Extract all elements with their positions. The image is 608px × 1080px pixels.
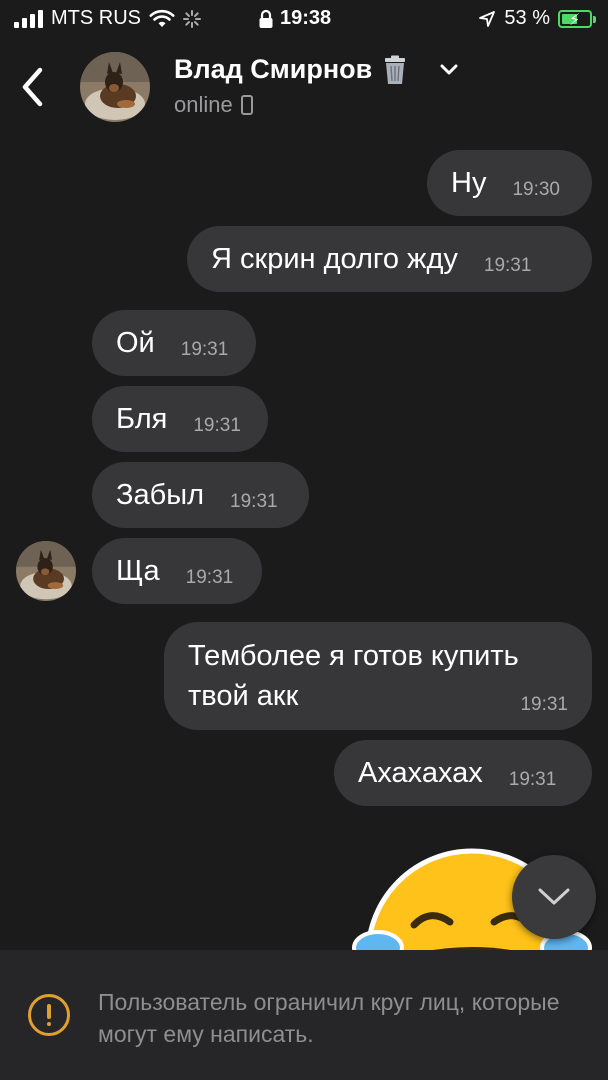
contact-name[interactable]: Влад Смирнов (174, 54, 458, 85)
back-button[interactable] (12, 62, 52, 112)
chevron-down-icon (538, 888, 570, 905)
message-text: Ахахахах (358, 756, 483, 789)
chevron-down-icon[interactable] (440, 64, 458, 76)
status-center: 19:38 (258, 7, 331, 30)
message-text: Забыл (116, 478, 205, 511)
message-time: 19:31 (230, 491, 278, 512)
message-bubble-outgoing[interactable]: Я скрин долго жду 19:31 (187, 226, 592, 292)
battery-icon: ⚡ (558, 9, 596, 29)
lock-icon (259, 9, 273, 28)
restriction-notice-text: Пользователь ограничил круг лиц, которые… (98, 989, 560, 1047)
contact-status: online (174, 92, 253, 118)
warning-icon (28, 994, 70, 1036)
message-text: Ой (116, 326, 155, 359)
message-time: 19:31 (193, 415, 241, 436)
message-time: 19:31 (483, 255, 532, 276)
sender-avatar[interactable] (16, 541, 76, 601)
message-bubble-incoming[interactable]: Бля 19:31 (92, 386, 268, 452)
charging-bolt-icon: ⚡ (569, 11, 581, 29)
phone-icon (240, 95, 253, 115)
back-chevron-icon (22, 67, 43, 107)
contact-avatar[interactable] (80, 52, 150, 122)
restriction-notice: Пользователь ограничил круг лиц, которые… (0, 950, 608, 1080)
message-text: Ща (116, 554, 160, 587)
message-bubble-incoming[interactable]: Ща 19:31 (92, 538, 262, 604)
status-bar: MTS RUS 19:38 53 % ⚡ (0, 0, 608, 40)
contact-name-label: Влад Смирнов (174, 54, 373, 84)
online-status-label: online (174, 92, 233, 117)
location-icon (479, 10, 496, 27)
chat-screen: MTS RUS 19:38 53 % ⚡ Влад Смирнов online… (0, 0, 608, 1080)
message-time: 19:31 (520, 694, 568, 715)
message-time: 19:31 (185, 567, 234, 588)
message-time: 19:31 (180, 339, 229, 360)
message-bubble-outgoing[interactable]: Темболее я готов купить твой акк 19:31 (164, 622, 592, 730)
scroll-to-bottom-button[interactable] (512, 855, 596, 939)
message-time: 19:31 (508, 769, 557, 790)
message-time: 19:30 (512, 179, 560, 200)
message-text: Ну (451, 166, 487, 199)
message-bubble-outgoing[interactable]: Ахахахах 19:31 (334, 740, 592, 806)
message-text: Я скрин долго жду (211, 242, 458, 275)
carrier-label: MTS RUS (51, 7, 141, 29)
message-bubble-incoming[interactable]: Ой 19:31 (92, 310, 256, 376)
status-left: MTS RUS (14, 7, 201, 30)
battery-percent: 53 % (504, 7, 550, 29)
message-bubble-outgoing[interactable]: Ну 19:30 (427, 150, 592, 216)
chat-header: Влад Смирнов online (0, 40, 608, 135)
clock-time: 19:38 (280, 7, 332, 29)
signal-icon (14, 9, 43, 28)
status-right: 53 % ⚡ (478, 7, 596, 30)
message-text: Бля (116, 402, 168, 435)
loading-icon (183, 9, 201, 28)
message-bubble-incoming[interactable]: Забыл 19:31 (92, 462, 309, 528)
message-text: Темболее я готов купить твой акк (188, 640, 519, 712)
wifi-icon (149, 9, 175, 27)
trash-icon (385, 55, 406, 84)
